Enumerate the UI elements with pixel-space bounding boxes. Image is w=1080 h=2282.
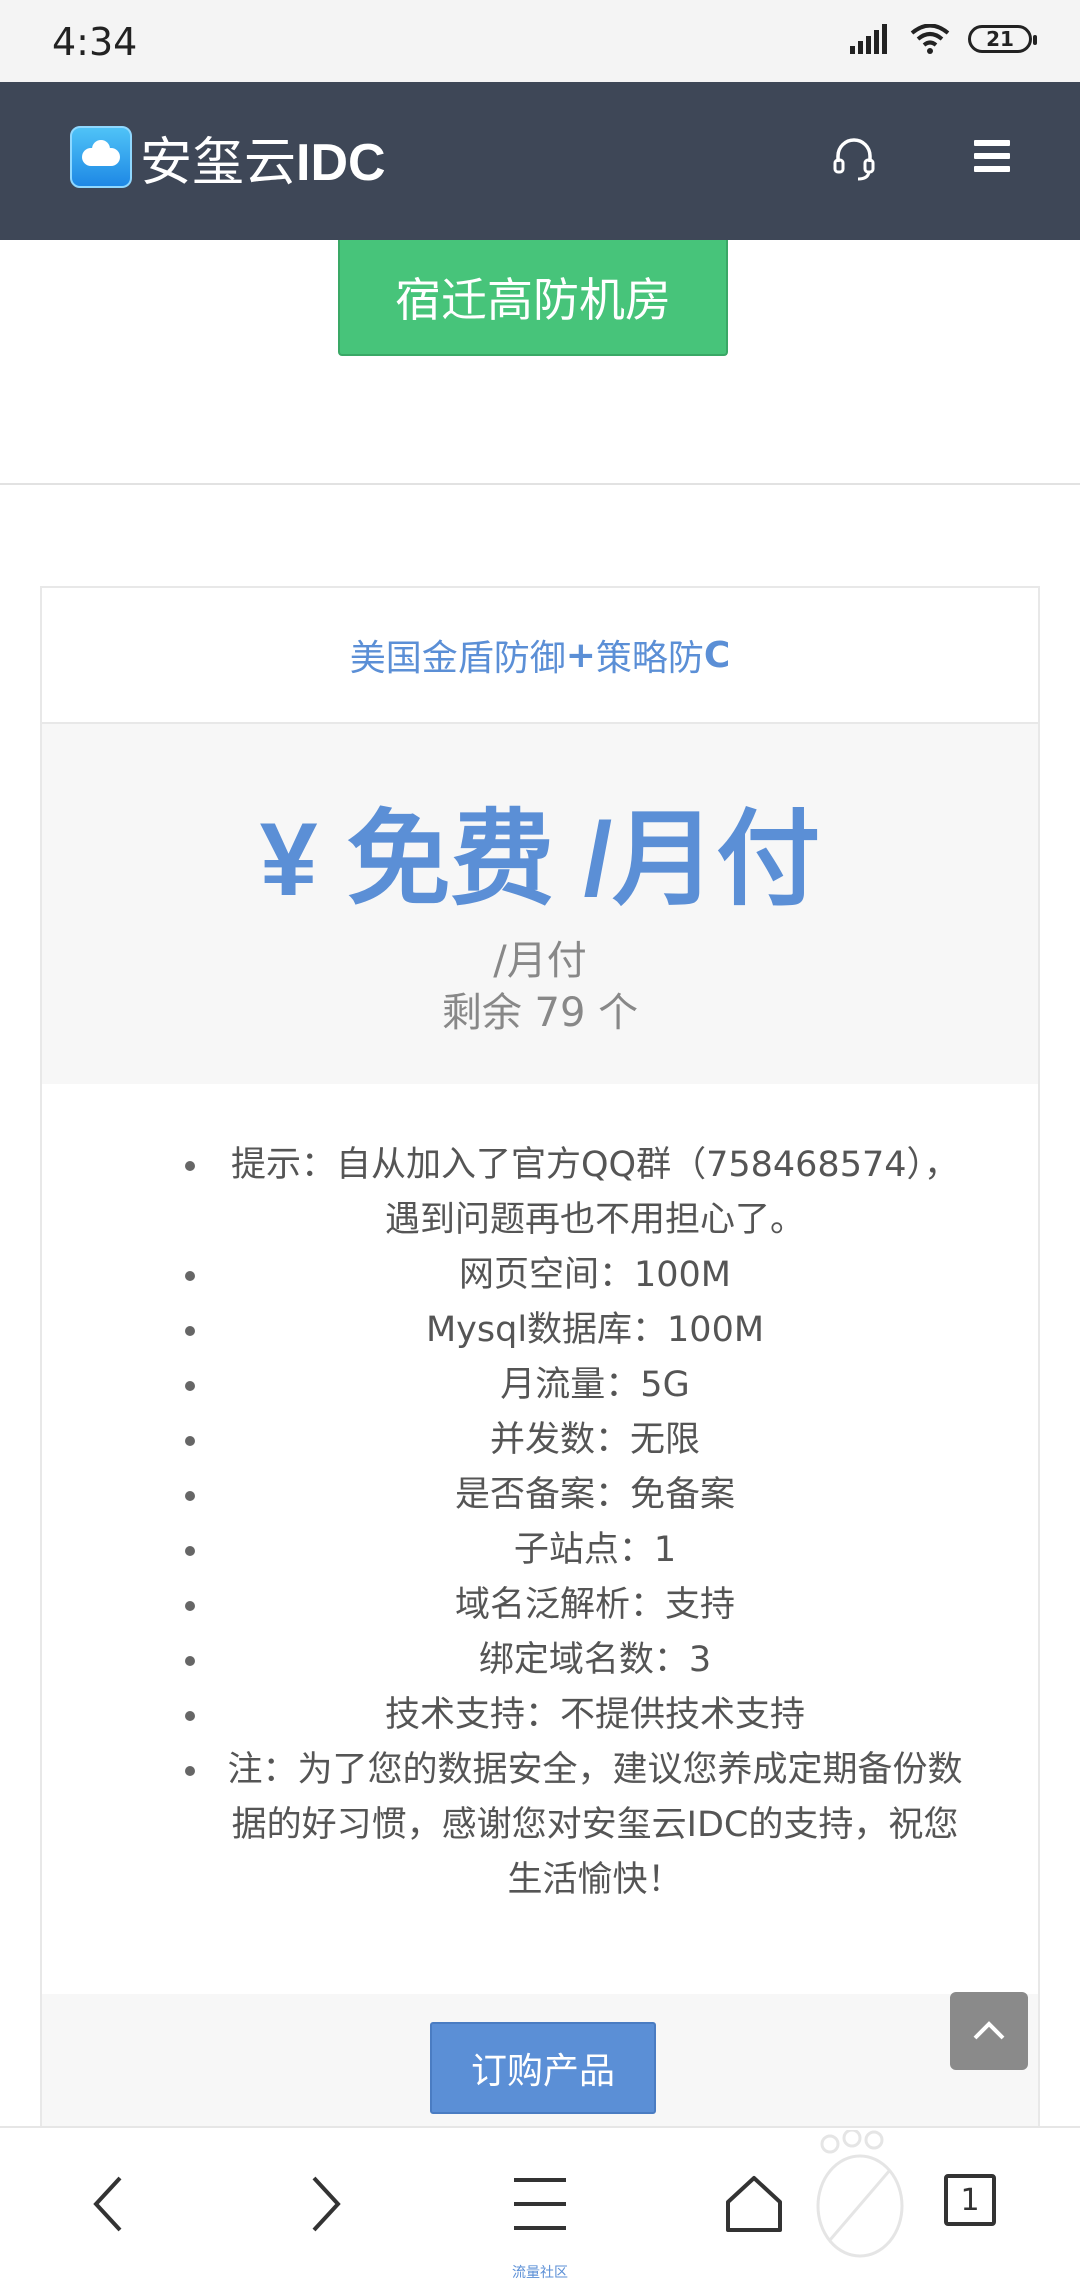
stock-remaining: 剩余 79 个 bbox=[441, 990, 639, 1036]
feature-list: 提示：自从加入了官方QQ群（758468574），遇到问题再也不用担心了。 网页… bbox=[42, 1084, 1038, 1908]
site-header: 安玺云IDC bbox=[0, 82, 1080, 240]
status-icons: 21 bbox=[850, 24, 1037, 54]
price-box: ¥ 免费 /月付 /月付 剩余 79 个 bbox=[42, 724, 1038, 1084]
datacenter-button[interactable]: 宿迁高防机房 bbox=[338, 240, 728, 356]
back-arrow-icon[interactable] bbox=[88, 2172, 128, 2236]
tabs-count-icon[interactable]: 1 bbox=[944, 2174, 996, 2226]
site-brand[interactable]: 安玺云IDC bbox=[140, 120, 386, 195]
menu-lines-icon[interactable] bbox=[512, 2172, 568, 2236]
list-item: 域名泛解析：支持 bbox=[212, 1578, 968, 1633]
title-plus: + bbox=[565, 634, 596, 676]
forward-arrow-icon[interactable] bbox=[306, 2172, 346, 2236]
list-item: 提示：自从加入了官方QQ群（758468574），遇到问题再也不用担心了。 bbox=[212, 1138, 968, 1248]
chevron-up-icon bbox=[973, 2021, 1005, 2040]
title-c: C bbox=[703, 634, 731, 676]
brand-prefix: 安玺云 bbox=[140, 134, 297, 192]
status-bar: 4:34 21 bbox=[0, 0, 1080, 82]
list-item: 绑定域名数：3 bbox=[212, 1633, 968, 1688]
title-mid: 策略防 bbox=[595, 638, 704, 679]
list-item: 月流量：5G bbox=[212, 1358, 968, 1413]
order-area: 订购产品 bbox=[42, 1994, 1038, 2126]
price-value: ¥ 免费 /月付 bbox=[259, 802, 821, 918]
tab-count: 1 bbox=[960, 2182, 980, 2218]
product-card: 美国金盾防御+策略防C ¥ 免费 /月付 /月付 剩余 79 个 提示：自从加入… bbox=[40, 586, 1040, 2126]
list-item: 并发数：无限 bbox=[212, 1413, 968, 1468]
list-item: 子站点：1 bbox=[212, 1523, 968, 1578]
price-unit: /月付 bbox=[493, 938, 587, 984]
product-title: 美国金盾防御 + 策略防 C bbox=[42, 588, 1038, 724]
list-item: Mysql数据库：100M bbox=[212, 1303, 968, 1358]
paw-watermark-icon bbox=[816, 2130, 904, 2258]
status-time: 4:34 bbox=[52, 20, 138, 64]
battery-level: 21 bbox=[986, 27, 1014, 51]
hamburger-menu-icon[interactable] bbox=[974, 140, 1010, 172]
home-icon[interactable] bbox=[724, 2172, 784, 2236]
list-item: 注：为了您的数据安全，建议您养成定期备份数据的好习惯，感谢您对安玺云IDC的支持… bbox=[212, 1743, 968, 1908]
signal-icon bbox=[850, 24, 887, 54]
cloud-logo-icon[interactable] bbox=[70, 126, 132, 188]
section-divider bbox=[0, 483, 1080, 485]
watermark-label: 流量社区 bbox=[512, 2265, 568, 2281]
battery-icon: 21 bbox=[968, 25, 1037, 53]
list-item: 是否备案：免备案 bbox=[212, 1468, 968, 1523]
list-item: 技术支持：不提供技术支持 bbox=[212, 1688, 968, 1743]
headset-icon[interactable] bbox=[830, 134, 878, 182]
list-item: 网页空间：100M bbox=[212, 1248, 968, 1303]
order-product-button[interactable]: 订购产品 bbox=[430, 2022, 656, 2114]
wifi-icon bbox=[910, 24, 950, 54]
title-prefix: 美国金盾防御 bbox=[349, 638, 566, 679]
back-to-top-button[interactable] bbox=[950, 1992, 1028, 2070]
brand-suffix: IDC bbox=[296, 134, 386, 192]
